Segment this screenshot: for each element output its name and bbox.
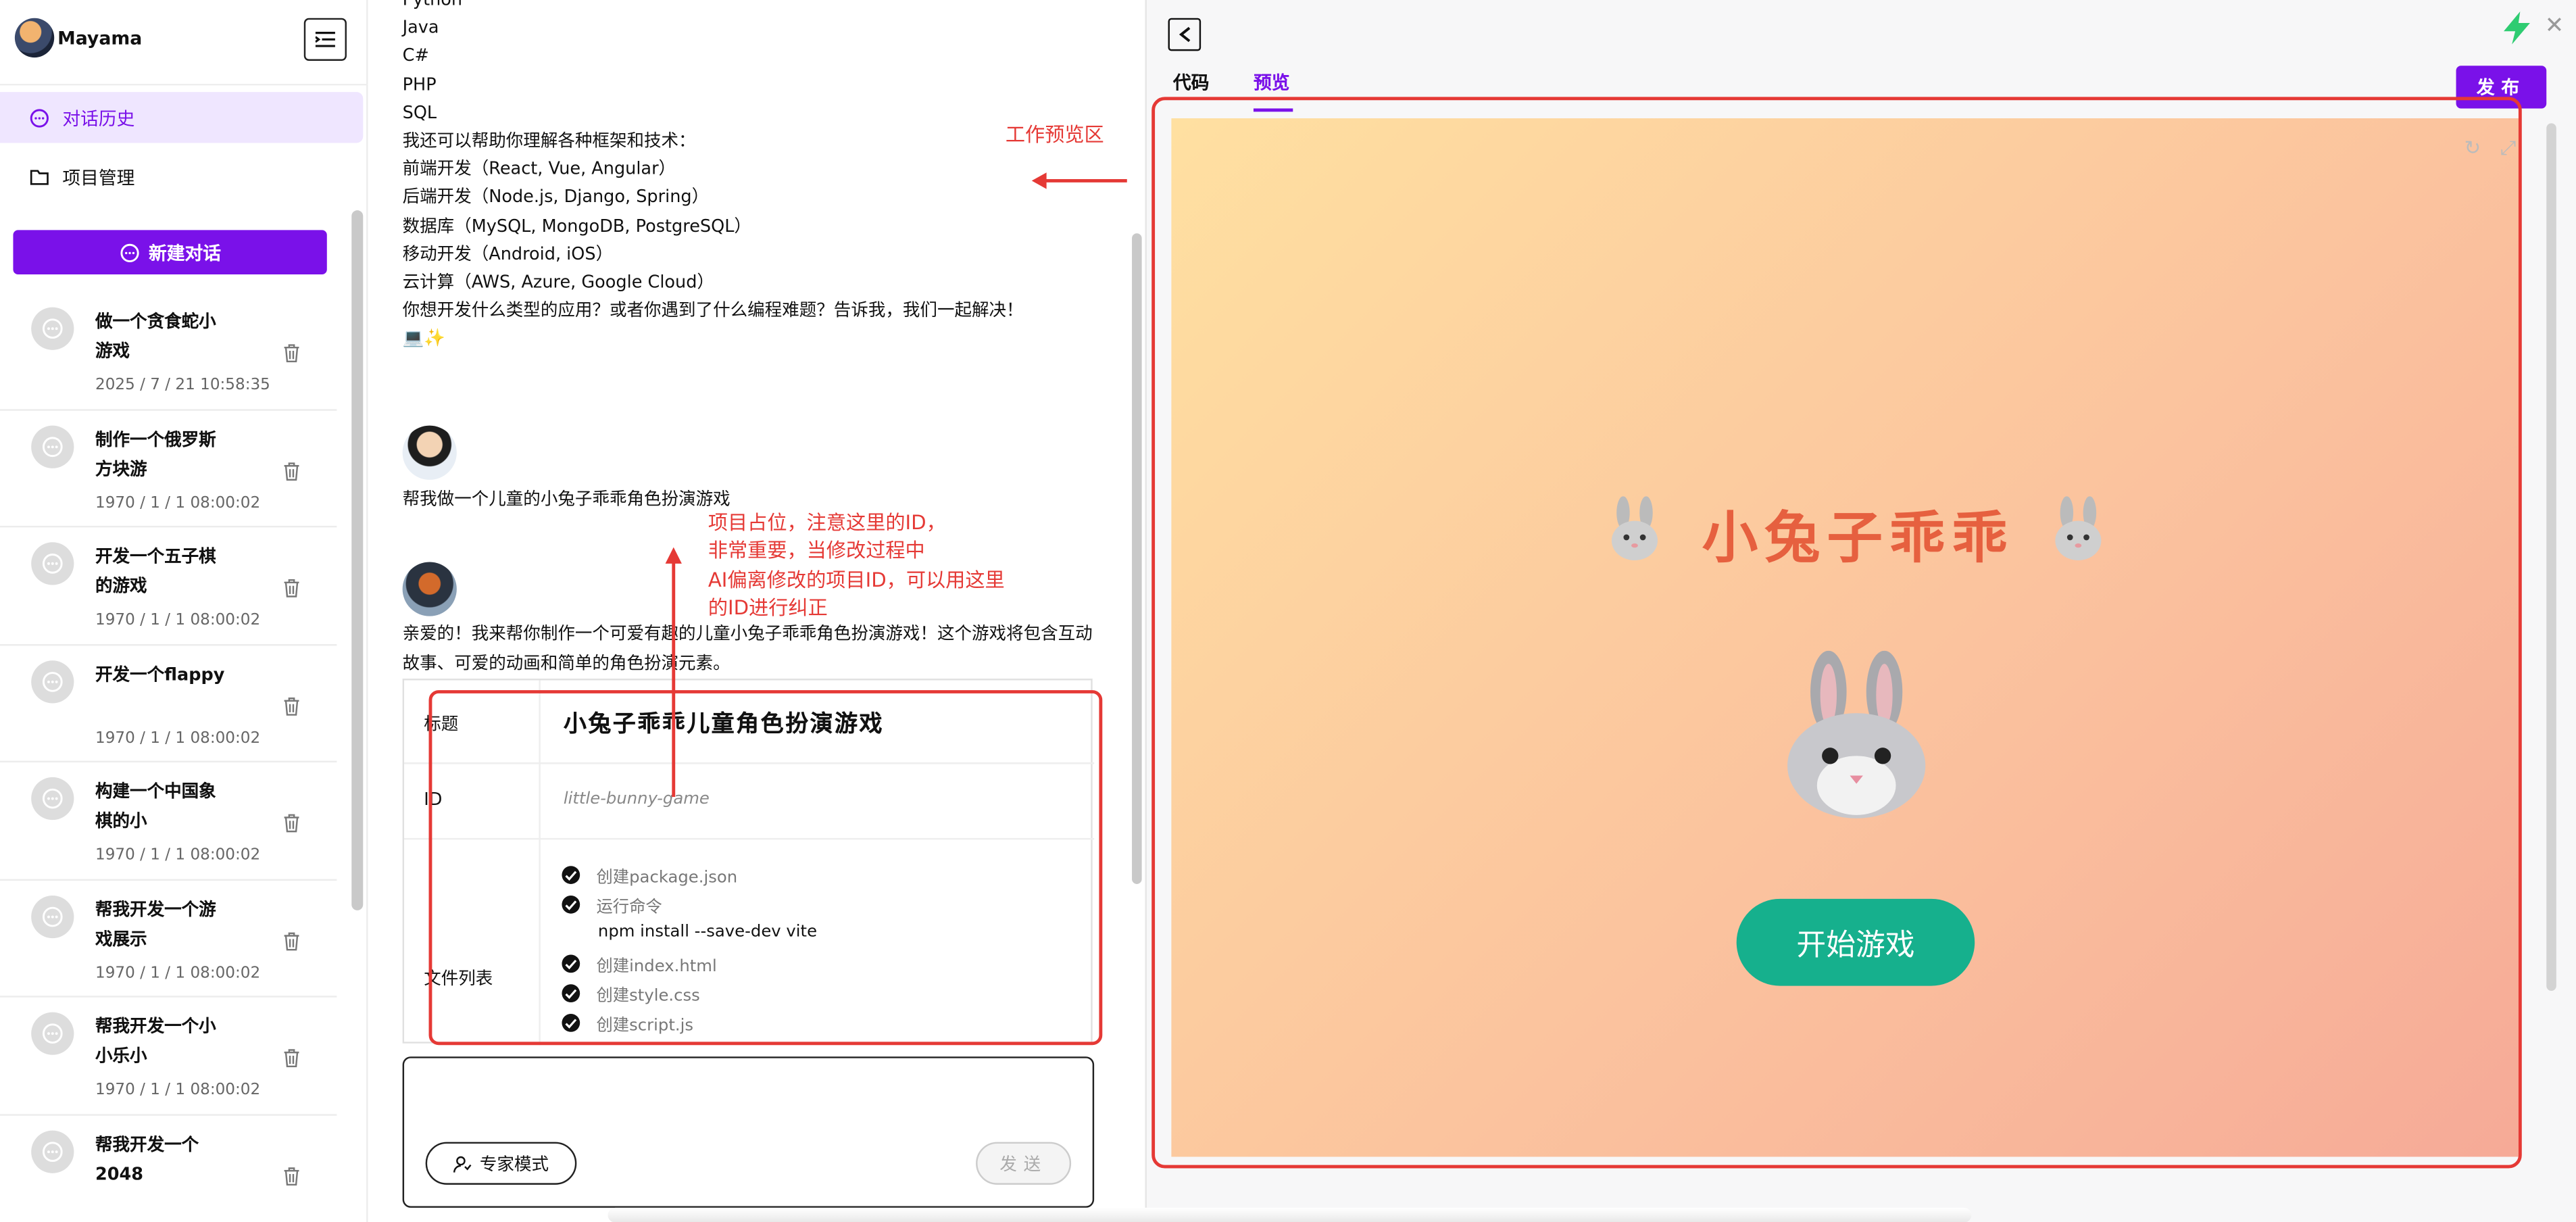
app-logo-avatar bbox=[14, 18, 55, 58]
preview-scrollbar[interactable] bbox=[2546, 123, 2556, 991]
history-item[interactable]: 帮我开发一个2048 bbox=[0, 1115, 337, 1222]
history-item-date: 1970 / 1 / 1 08:00:02 bbox=[95, 729, 261, 747]
collapse-menu-button[interactable] bbox=[303, 18, 347, 61]
trash-icon[interactable] bbox=[282, 461, 301, 481]
history-item[interactable]: 制作一个俄罗斯方块游 1970 / 1 / 1 08:00:02 bbox=[0, 410, 337, 528]
message-line: 你想开发什么类型的应用？或者你遇到了什么编程难题？告诉我，我们一起解决！ bbox=[402, 301, 1024, 321]
expert-mode-button[interactable]: 专家模式 bbox=[425, 1142, 577, 1185]
user-avatar bbox=[402, 425, 457, 480]
trash-icon[interactable] bbox=[282, 696, 301, 716]
history-item-title: 做一个贪食蛇小游戏 bbox=[95, 312, 216, 362]
bottom-shadow bbox=[608, 1207, 1972, 1222]
tab-code[interactable]: 代码 bbox=[1173, 69, 1209, 95]
message-line: C# bbox=[402, 47, 429, 67]
history-item-title: 开发一个flappy bbox=[95, 664, 225, 685]
history-item-date: 1970 / 1 / 1 08:00:02 bbox=[95, 611, 261, 630]
chat-bubble-icon bbox=[31, 777, 74, 821]
close-icon[interactable]: ✕ bbox=[2545, 13, 2565, 39]
chat-bubble-icon bbox=[31, 307, 74, 350]
trash-icon[interactable] bbox=[282, 343, 301, 363]
annotation-id-note: 项目占位，注意这里的ID， 非常重要，当修改过程中 AI偏离修改的项目ID，可以… bbox=[708, 510, 1070, 624]
new-chat-label: 新建对话 bbox=[149, 242, 221, 264]
history-item-title: 构建一个中国象棋的小 bbox=[95, 782, 216, 832]
trash-icon[interactable] bbox=[282, 931, 301, 950]
chat-history-list: 做一个贪食蛇小游戏 2025 / 7 / 21 10:58:35 制作一个俄罗斯方块… bbox=[0, 293, 337, 1222]
history-item[interactable]: 帮我开发一个游戏展示 1970 / 1 / 1 08:00:02 bbox=[0, 880, 337, 998]
chat-bubble-icon bbox=[31, 1129, 74, 1173]
nav-project-management[interactable]: 项目管理 bbox=[0, 151, 363, 202]
chevron-left-icon bbox=[1178, 26, 1190, 43]
app-name: Mayama bbox=[57, 28, 143, 49]
history-item-date: 1970 / 1 / 1 08:00:02 bbox=[95, 1081, 261, 1100]
chat-bubble-icon bbox=[31, 542, 74, 585]
assistant-message-text: Python Java C# PHP SQL 我还可以帮助你理解各种框架和技术： 前端开发（… bbox=[403, 0, 1109, 354]
nav-project-management-label: 项目管理 bbox=[62, 166, 135, 189]
trash-icon[interactable] bbox=[282, 1048, 301, 1068]
message-input[interactable] bbox=[402, 1056, 1095, 1208]
message-line: 移动开发（Android, iOS） bbox=[402, 244, 614, 264]
chat-bubble-icon bbox=[31, 424, 74, 468]
annotation-arrow-up-icon bbox=[665, 547, 682, 798]
annotation-highlight-box bbox=[1151, 97, 2522, 1169]
annotation-line: 的ID进行纠正 bbox=[708, 597, 828, 620]
user-message: 帮我做一个儿童的小兔子乖乖角色扮演游戏 bbox=[402, 489, 730, 510]
message-line: 数据库（MySQL, MongoDB, PostgreSQL） bbox=[402, 216, 751, 237]
chat-bubble-icon bbox=[120, 243, 139, 262]
message-line: 💻✨ bbox=[402, 329, 446, 349]
history-item-title: 帮我开发一个游戏展示 bbox=[95, 900, 216, 949]
history-item-date: 1970 / 1 / 1 08:00:02 bbox=[95, 493, 261, 512]
sidebar-scrollbar[interactable] bbox=[351, 210, 364, 910]
history-item-title: 开发一个五子棋的游戏 bbox=[95, 547, 216, 597]
history-item[interactable]: 帮我开发一个小小乐小 1970 / 1 / 1 08:00:02 bbox=[0, 998, 337, 1115]
chat-scrollbar[interactable] bbox=[1132, 233, 1142, 884]
assistant-avatar bbox=[402, 562, 457, 616]
history-item-date: 1970 / 1 / 1 08:00:02 bbox=[95, 846, 261, 864]
history-item-date: 2025 / 7 / 21 10:58:35 bbox=[95, 376, 270, 395]
trash-icon[interactable] bbox=[282, 813, 301, 833]
trash-icon[interactable] bbox=[282, 579, 301, 598]
back-button[interactable] bbox=[1168, 18, 1202, 51]
history-item[interactable]: 开发一个五子棋的游戏 1970 / 1 / 1 08:00:02 bbox=[0, 527, 337, 645]
nav-chat-history[interactable]: 对话历史 bbox=[0, 92, 364, 143]
new-chat-button[interactable]: 新建对话 bbox=[13, 230, 327, 274]
message-line: 前端开发（React, Vue, Angular） bbox=[402, 160, 676, 180]
assistant-message: 亲爱的！我来帮你制作一个可爱有趣的儿童小兔子乖乖角色扮演游戏！这个游戏将包含互动… bbox=[402, 624, 1093, 673]
lightning-bolt-icon[interactable] bbox=[2502, 11, 2532, 45]
trash-icon[interactable] bbox=[282, 1166, 301, 1186]
divider bbox=[0, 83, 368, 86]
annotation-highlight-box bbox=[428, 690, 1103, 1046]
tab-preview[interactable]: 预览 bbox=[1254, 69, 1289, 95]
expert-user-icon bbox=[453, 1155, 472, 1172]
expert-mode-label: 专家模式 bbox=[479, 1154, 549, 1175]
message-line: Python bbox=[402, 0, 463, 10]
history-item-date: 1970 / 1 / 1 08:00:02 bbox=[95, 963, 261, 982]
chat-bubble-icon bbox=[30, 108, 49, 127]
message-line: PHP bbox=[402, 74, 437, 95]
history-item-title: 帮我开发一个小小乐小 bbox=[95, 1017, 216, 1067]
annotation-arrow-left-icon bbox=[1031, 172, 1127, 189]
message-line: 云计算（AWS, Azure, Google Cloud） bbox=[402, 272, 714, 293]
message-line: Java bbox=[402, 18, 439, 39]
chat-bubble-icon bbox=[31, 1012, 74, 1055]
annotation-preview-area: 工作预览区 bbox=[1005, 123, 1104, 147]
menu-list-icon bbox=[315, 32, 335, 47]
message-line: SQL bbox=[402, 103, 437, 123]
history-item[interactable]: 做一个贪食蛇小游戏 2025 / 7 / 21 10:58:35 bbox=[0, 293, 337, 410]
send-button[interactable]: 发送 bbox=[976, 1142, 1072, 1185]
nav-chat-history-label: 对话历史 bbox=[62, 107, 135, 129]
message-line: 我还可以帮助你理解各种框架和技术： bbox=[402, 131, 696, 151]
annotation-line: AI偏离修改的项目ID，可以用这里 bbox=[708, 568, 1005, 591]
annotation-line: 项目占位，注意这里的ID， bbox=[708, 511, 946, 535]
chat-bubble-icon bbox=[31, 660, 74, 703]
history-item[interactable]: 构建一个中国象棋的小 1970 / 1 / 1 08:00:02 bbox=[0, 762, 337, 880]
message-line: 后端开发（Node.js, Django, Spring） bbox=[402, 188, 710, 208]
history-item-title: 制作一个俄罗斯方块游 bbox=[95, 429, 216, 479]
annotation-line: 非常重要，当修改过程中 bbox=[708, 539, 925, 563]
history-item[interactable]: 开发一个flappy 1970 / 1 / 1 08:00:02 bbox=[0, 645, 337, 763]
chat-bubble-icon bbox=[31, 894, 74, 937]
history-item-title: 帮我开发一个2048 bbox=[95, 1134, 199, 1184]
folder-icon bbox=[30, 170, 49, 185]
